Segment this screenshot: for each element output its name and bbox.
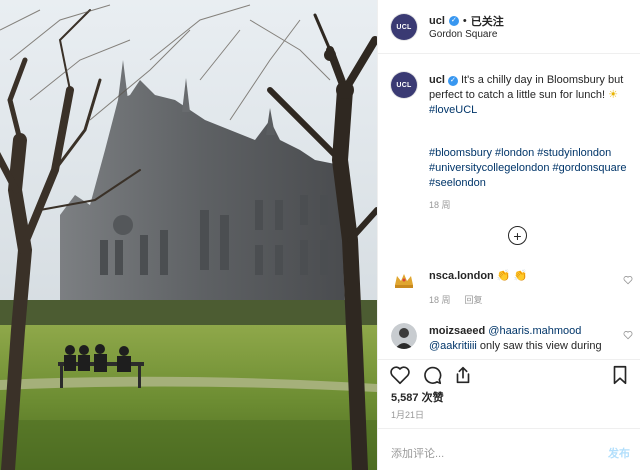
plus-circle-icon[interactable]: + (508, 226, 527, 245)
hashtag-loveucl[interactable]: #loveUCL (429, 104, 477, 116)
header-user-line: ucl ✓ • 已关注 (429, 13, 504, 29)
caption-age: 18 周 (429, 200, 451, 210)
mention-link[interactable]: @aakritiiii (429, 340, 477, 352)
share-icon[interactable] (452, 364, 474, 386)
verified-badge-icon: ✓ (448, 16, 459, 26)
action-bar (378, 359, 640, 385)
comment-composer: 添加评论... 发布 (378, 428, 640, 470)
comment-body: 👏 👏 (493, 270, 528, 282)
verified-badge-icon: ✓ (447, 76, 458, 86)
caption-hashtags[interactable]: #bloomsbury #london #studyinlondon #univ… (429, 146, 634, 191)
comment-age: 18 周 (429, 295, 451, 305)
following-button[interactable]: 已关注 (471, 13, 504, 29)
caption-avatar[interactable]: UCL (391, 72, 417, 98)
comment-bubble-icon[interactable] (421, 364, 443, 386)
comment-username[interactable]: moizsaeed (429, 325, 485, 337)
crown-icon[interactable] (391, 268, 417, 294)
post-comment-button[interactable]: 发布 (608, 445, 630, 461)
comment-text: nsca.london 👏 👏 (429, 269, 619, 284)
comment-body: only saw this view during (476, 340, 602, 352)
post-header: UCL ucl ✓ • 已关注 Gordon Square (378, 0, 640, 54)
header-separator: • (462, 15, 467, 27)
likes-count[interactable]: 5,587 次赞 (391, 389, 444, 405)
comment-input[interactable]: 添加评论... (391, 445, 444, 461)
reply-button[interactable]: 回复 (465, 293, 483, 306)
header-username[interactable]: ucl (429, 15, 445, 27)
caption-body: It's a chilly day in Bloomsbury but perf… (429, 74, 624, 101)
post-date: 1月21日 (391, 410, 425, 420)
post-photo[interactable] (0, 0, 377, 470)
mention-link[interactable]: @haaris.mahmood (485, 325, 581, 337)
photo-of-gothic-building-in-park (0, 0, 377, 470)
bookmark-icon[interactable] (609, 364, 631, 386)
location-link[interactable]: Gordon Square (429, 29, 497, 40)
comments-scroll-area[interactable]: UCL ucl ✓ It's a chilly day in Bloomsbury… (378, 55, 640, 360)
comment-text: moizsaeed @haaris.mahmood @aakritiiii onl… (429, 324, 629, 354)
person-avatar[interactable] (391, 323, 417, 349)
instagram-post-view: UCL ucl ✓ • 已关注 Gordon Square UCL ucl ✓ I… (0, 0, 640, 470)
comment-heart-icon[interactable] (623, 275, 633, 285)
caption-text: ucl ✓ It's a chilly day in Bloomsbury but… (429, 73, 637, 118)
account-avatar[interactable]: UCL (391, 14, 417, 40)
post-side-panel: UCL ucl ✓ • 已关注 Gordon Square UCL ucl ✓ I… (377, 0, 640, 470)
sun-emoji-icon: ☀ (608, 89, 619, 101)
heart-icon[interactable] (389, 364, 411, 386)
comment-meta: 18 周 回复 (429, 293, 483, 306)
comment-username[interactable]: nsca.london (429, 270, 494, 282)
comment-heart-icon[interactable] (623, 330, 633, 340)
caption-username[interactable]: ucl (429, 74, 445, 86)
